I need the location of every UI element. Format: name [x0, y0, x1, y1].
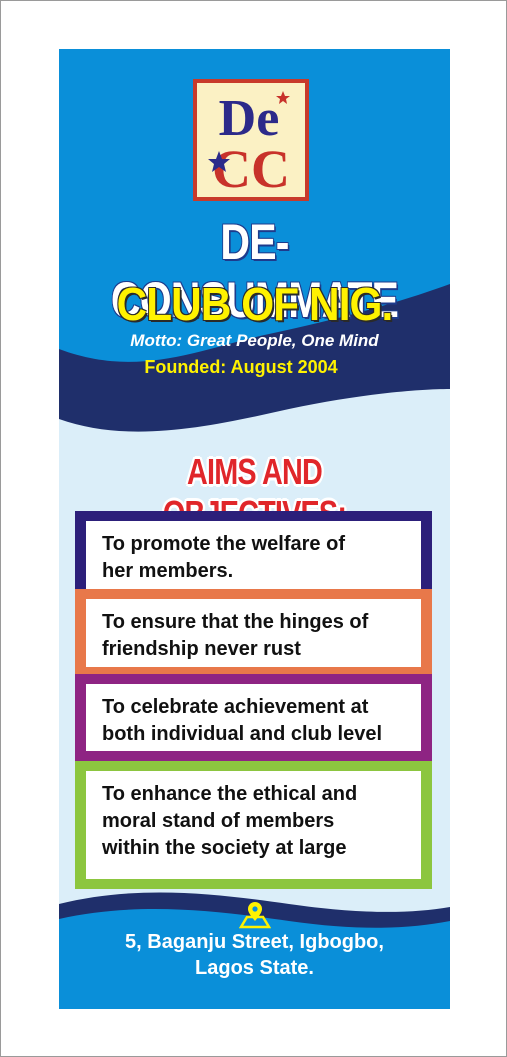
decc-logo-mark: De CC	[208, 90, 290, 199]
club-name-line2: CLUB OF NIG.	[116, 278, 394, 330]
objective-card-3: To celebrate achievement at both individ…	[75, 674, 432, 761]
club-motto: Motto: Great People, One Mind	[130, 331, 379, 350]
objective-3-line-2: both individual and club level	[102, 723, 383, 745]
club-logo: De CC	[193, 79, 309, 201]
objective-1-line-2: her members.	[102, 560, 234, 582]
objective-1-line-1: To promote the welfare of	[102, 533, 345, 555]
objective-4-line-2: moral stand of members	[102, 810, 335, 832]
map-pin-icon	[239, 902, 271, 929]
objective-card-1: To promote the welfare of her members.	[75, 511, 432, 599]
objective-3-line-1: To celebrate achievement at	[102, 696, 369, 718]
objective-2-line-1: To ensure that the hinges of	[102, 611, 369, 633]
objective-4-line-1: To enhance the ethical and	[102, 783, 358, 805]
objective-2-line-2: friendship never rust	[102, 638, 301, 660]
objective-card-2: To ensure that the hinges of friendship …	[75, 589, 432, 677]
page-frame: De CC DE-CONSUMMATE CLUB OF NIG. Motto: …	[0, 0, 507, 1057]
objective-4-line-3: within the society at large	[102, 837, 347, 859]
founded-date: Founded: August 2004	[144, 357, 338, 377]
address-line-1: 5, Baganju Street, Igbogbo,	[125, 931, 384, 953]
banner: De CC DE-CONSUMMATE CLUB OF NIG. Motto: …	[59, 49, 450, 1009]
address: 5, Baganju Street, Igbogbo, Lagos State.	[59, 929, 450, 981]
address-line-2: Lagos State.	[195, 957, 314, 979]
objective-card-4: To enhance the ethical and moral stand o…	[75, 761, 432, 889]
